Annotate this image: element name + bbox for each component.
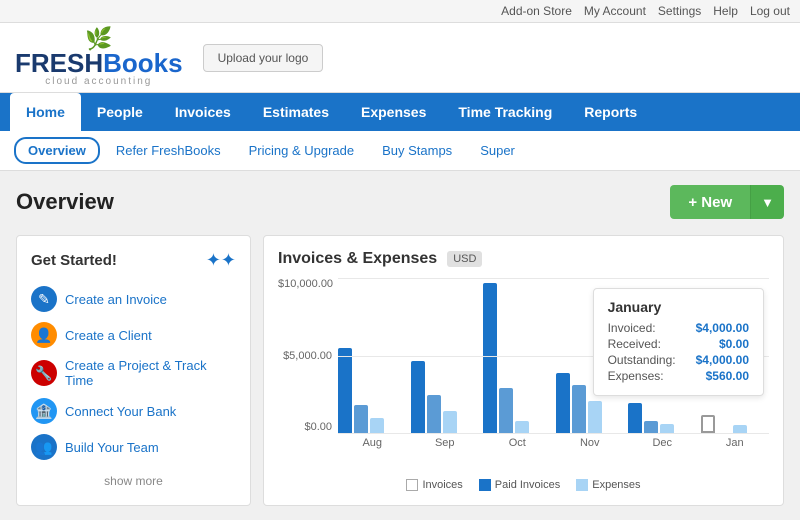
create-project-label: Create a Project & Track Time [65, 358, 236, 388]
x-label-oct: Oct [483, 437, 552, 449]
overview-header: Overview + New ▼ [16, 185, 784, 219]
legend-box-expenses [576, 479, 588, 491]
my-account-link[interactable]: My Account [584, 4, 646, 18]
tooltip-outstanding: Outstanding: $4,000.00 [608, 353, 749, 367]
create-project-link[interactable]: 🔧 Create a Project & Track Time [31, 353, 236, 393]
tooltip-received-value: $0.00 [719, 337, 749, 351]
nav-home[interactable]: Home [10, 93, 81, 131]
x-label-sep: Sep [411, 437, 480, 449]
y-label-bot: $0.00 [278, 421, 332, 433]
gridline-top [338, 278, 769, 279]
create-client-link[interactable]: 👤 Create a Client [31, 317, 236, 353]
create-client-label: Create a Client [65, 328, 152, 343]
tooltip-received: Received: $0.00 [608, 337, 749, 351]
tooltip-title: January [608, 299, 749, 315]
y-axis: $10,000.00 $5,000.00 $0.00 [278, 278, 336, 433]
nav-estimates[interactable]: Estimates [247, 93, 345, 131]
tooltip-invoiced-value: $4,000.00 [696, 321, 749, 335]
nav-reports[interactable]: Reports [568, 93, 653, 131]
logo-sub: cloud accounting [45, 76, 152, 87]
logout-link[interactable]: Log out [750, 4, 790, 18]
team-icon: 👥 [31, 434, 57, 460]
main-nav: Home People Invoices Estimates Expenses … [0, 93, 800, 131]
build-team-link[interactable]: 👥 Build Your Team [31, 429, 236, 465]
subnav-super[interactable]: Super [468, 139, 527, 162]
connect-bank-link[interactable]: 🏦 Connect Your Bank [31, 393, 236, 429]
settings-link[interactable]: Settings [658, 4, 701, 18]
nav-people[interactable]: People [81, 93, 159, 131]
legend-invoices-label: Invoices [422, 479, 462, 491]
legend-paid: Paid Invoices [479, 479, 560, 491]
get-started-title: Get Started! [31, 252, 117, 269]
gridline-bot [338, 433, 769, 434]
addon-store-link[interactable]: Add-on Store [501, 4, 572, 18]
main-columns: Get Started! ✦✦ ✎ Create an Invoice 👤 Cr… [16, 235, 784, 506]
logo-books: Books [103, 48, 182, 78]
tooltip-received-label: Received: [608, 337, 661, 351]
get-started-header: Get Started! ✦✦ [31, 250, 236, 271]
tooltip-expenses-value: $560.00 [706, 369, 749, 383]
x-axis: Aug Sep Oct Nov Dec Jan [338, 437, 769, 449]
legend-paid-label: Paid Invoices [495, 479, 560, 491]
legend-expenses: Expenses [576, 479, 640, 491]
logo-fresh: FRESH [15, 48, 103, 78]
chart-area: $10,000.00 $5,000.00 $0.00 [278, 278, 769, 473]
chart-title: Invoices & Expenses [278, 250, 437, 268]
legend-expenses-label: Expenses [592, 479, 640, 491]
tooltip-expenses-label: Expenses: [608, 369, 664, 383]
top-bar: Add-on Store My Account Settings Help Lo… [0, 0, 800, 23]
legend-invoices: Invoices [406, 479, 462, 491]
new-button-dropdown[interactable]: ▼ [750, 185, 784, 219]
nav-invoices[interactable]: Invoices [159, 93, 247, 131]
new-button-group: + New ▼ [670, 185, 784, 219]
chart-tooltip: January Invoiced: $4,000.00 Received: $0… [593, 288, 764, 396]
client-icon: 👤 [31, 322, 57, 348]
invoice-icon: ✎ [31, 286, 57, 312]
get-started-panel: Get Started! ✦✦ ✎ Create an Invoice 👤 Cr… [16, 235, 251, 506]
nav-time-tracking[interactable]: Time Tracking [442, 93, 568, 131]
tooltip-outstanding-label: Outstanding: [608, 353, 676, 367]
page-title: Overview [16, 189, 114, 215]
subnav-pricing[interactable]: Pricing & Upgrade [237, 139, 367, 162]
create-invoice-link[interactable]: ✎ Create an Invoice [31, 281, 236, 317]
x-label-jan: Jan [701, 437, 770, 449]
x-label-aug: Aug [338, 437, 407, 449]
logo-brand: FRESHBooks [15, 50, 183, 76]
connect-bank-label: Connect Your Bank [65, 404, 176, 419]
subnav-stamps[interactable]: Buy Stamps [370, 139, 464, 162]
y-label-top: $10,000.00 [278, 278, 332, 290]
leaf-icon: 🌿 [85, 28, 112, 50]
tooltip-outstanding-value: $4,000.00 [696, 353, 749, 367]
create-invoice-label: Create an Invoice [65, 292, 167, 307]
show-more-link[interactable]: show more [104, 474, 163, 488]
logo-area: 🌿 FRESHBooks cloud accounting [15, 28, 183, 87]
build-team-label: Build Your Team [65, 440, 159, 455]
stars-icon: ✦✦ [206, 250, 236, 271]
x-label-nov: Nov [556, 437, 625, 449]
show-more: show more [31, 473, 236, 488]
subnav-refer[interactable]: Refer FreshBooks [104, 139, 233, 162]
content-area: Overview + New ▼ Get Started! ✦✦ ✎ Creat… [0, 171, 800, 520]
tooltip-invoiced-label: Invoiced: [608, 321, 656, 335]
help-link[interactable]: Help [713, 4, 738, 18]
chart-header: Invoices & Expenses USD [278, 250, 769, 268]
y-label-mid: $5,000.00 [278, 350, 332, 362]
subnav-overview[interactable]: Overview [14, 137, 100, 164]
header: 🌿 FRESHBooks cloud accounting Upload you… [0, 23, 800, 93]
upload-logo-button[interactable]: Upload your logo [203, 44, 324, 72]
tooltip-expenses: Expenses: $560.00 [608, 369, 749, 383]
nav-expenses[interactable]: Expenses [345, 93, 442, 131]
legend-box-invoices [406, 479, 418, 491]
legend-box-paid [479, 479, 491, 491]
new-button[interactable]: + New [670, 185, 750, 219]
currency-badge: USD [447, 251, 482, 267]
chart-legend: Invoices Paid Invoices Expenses [278, 479, 769, 491]
chart-panel: Invoices & Expenses USD $10,000.00 $5,00… [263, 235, 784, 506]
sub-nav: Overview Refer FreshBooks Pricing & Upgr… [0, 131, 800, 171]
project-icon: 🔧 [31, 360, 57, 386]
x-label-dec: Dec [628, 437, 697, 449]
bank-icon: 🏦 [31, 398, 57, 424]
tooltip-invoiced: Invoiced: $4,000.00 [608, 321, 749, 335]
